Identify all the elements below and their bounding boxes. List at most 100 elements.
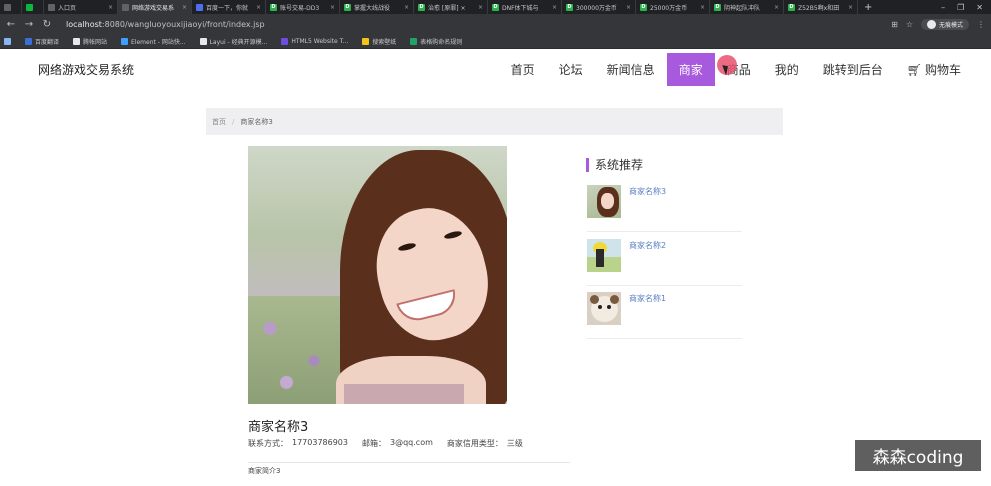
bookmark-favicon-icon bbox=[410, 37, 418, 45]
browser-tab[interactable]: D DNF体下城与 × bbox=[488, 0, 562, 14]
browser-tab[interactable]: D 治愈 [原罪] × × bbox=[414, 0, 488, 14]
browser-tab-title: 25000万金币 bbox=[650, 4, 688, 12]
profile-button[interactable]: 无痕模式 bbox=[920, 18, 969, 30]
bookmark-label: Layui - 经典开源模... bbox=[209, 38, 268, 46]
recommend-item[interactable]: 商家名称1 bbox=[587, 292, 742, 339]
close-tab-icon[interactable]: × bbox=[330, 4, 335, 11]
close-tab-icon[interactable]: × bbox=[256, 4, 261, 11]
bookmarks-bar: 百度翻译 腾帐网站 Element - 网站快... Layui - 经典开源模...… bbox=[0, 34, 991, 49]
browser-tab[interactable]: 入口页 × bbox=[44, 0, 118, 14]
site-navbar: 网络游戏交易系统 首页 论坛 新闻信息 商家 商品 我的 跳转到后台 🛒︎ 购物车 bbox=[0, 49, 991, 89]
new-tab-icon[interactable]: + bbox=[858, 2, 878, 13]
recommend-thumbnail[interactable] bbox=[587, 239, 621, 272]
bookmark-item[interactable]: Layui - 经典开源模... bbox=[199, 37, 268, 46]
menu-item[interactable]: 跳转到后台 bbox=[811, 53, 895, 86]
bookmark-favicon-icon bbox=[281, 37, 289, 45]
menu-item[interactable]: 论坛 bbox=[547, 53, 595, 86]
bookmark-star-icon[interactable]: ☆ bbox=[906, 20, 913, 29]
close-tab-icon[interactable]: × bbox=[478, 4, 483, 11]
browser-tab[interactable]: D Z52B5啊x和田 × bbox=[784, 0, 858, 14]
recommend-item[interactable]: 商家名称2 bbox=[587, 239, 742, 286]
d-icon: D bbox=[566, 3, 573, 11]
cart-link[interactable]: 🛒︎ 购物车 bbox=[895, 53, 973, 86]
recommend-header: 系统推荐 bbox=[586, 156, 643, 173]
browser-tab-bar: 入口页 × 网络游戏交易系 × 百度一下，你就 × D 账号交易-DD3 × D 掌握大线战役 × D 治… bbox=[0, 0, 991, 14]
restore-icon[interactable]: ❐ bbox=[957, 3, 964, 12]
close-window-icon[interactable]: ✕ bbox=[976, 3, 983, 12]
d-icon: D bbox=[714, 3, 721, 11]
merchant-intro: 商家简介3 bbox=[248, 467, 281, 475]
chrome-icon bbox=[4, 3, 11, 11]
close-tab-icon[interactable]: × bbox=[848, 4, 853, 11]
menu-item[interactable]: 新闻信息 bbox=[595, 53, 667, 86]
browser-tab[interactable] bbox=[22, 0, 44, 14]
close-tab-icon[interactable]: × bbox=[552, 4, 557, 11]
browser-tab[interactable]: 百度一下，你就 × bbox=[192, 0, 266, 14]
browser-tab[interactable]: D 25000万金币 × bbox=[636, 0, 710, 14]
close-tab-icon[interactable]: × bbox=[626, 4, 631, 11]
forward-icon[interactable]: → bbox=[24, 19, 34, 30]
bookmark-label: HTML5 Website T... bbox=[291, 37, 349, 45]
bookmark-item[interactable]: 百度翻译 bbox=[25, 37, 59, 46]
d-icon: D bbox=[418, 3, 425, 11]
translate-icon[interactable]: ⊞ bbox=[891, 20, 898, 29]
recommend-title: 系统推荐 bbox=[595, 158, 644, 172]
credit-label: 商家信用类型： bbox=[446, 439, 503, 448]
browser-tab-title: DNF体下城与 bbox=[502, 4, 539, 12]
window-controls: – ❐ ✕ bbox=[941, 3, 991, 12]
browser-tab[interactable] bbox=[0, 0, 22, 14]
browser-tab-title: 网络游戏交易系 bbox=[132, 4, 175, 12]
browser-tab[interactable]: D 掌握大线战役 × bbox=[340, 0, 414, 14]
bookmark-label: 表格购命名规则 bbox=[420, 38, 463, 46]
recommend-item-name[interactable]: 商家名称1 bbox=[629, 293, 666, 304]
browser-tab[interactable]: 网络游戏交易系 × bbox=[118, 0, 192, 14]
menu-dots-icon[interactable]: ⋮ bbox=[977, 20, 985, 29]
browser-tab-title: 掌握大线战役 bbox=[354, 4, 391, 12]
browser-tab-title: Z52B5啊x和田 bbox=[798, 4, 840, 12]
close-tab-icon[interactable]: × bbox=[404, 4, 409, 11]
reload-icon[interactable]: ↻ bbox=[42, 19, 52, 30]
browser-tab[interactable]: D 300000万金币 × bbox=[562, 0, 636, 14]
site-title[interactable]: 网络游戏交易系统 bbox=[38, 61, 134, 78]
back-icon[interactable]: ← bbox=[6, 19, 16, 30]
browser-address-bar: ← → ↻ localhost:8080/wangluoyouxijiaoyi/… bbox=[0, 14, 991, 34]
merchant-info: 联系方式： 17703786903 邮箱： 3@qq.com 商家信用类型： 三… bbox=[248, 438, 523, 449]
recommend-thumbnail[interactable] bbox=[587, 185, 621, 218]
bookmark-label: 腾帐网站 bbox=[83, 38, 108, 46]
apps-icon[interactable] bbox=[4, 37, 11, 45]
recommend-item-name[interactable]: 商家名称3 bbox=[629, 186, 666, 197]
browser-tab[interactable]: D 阴神起队冲队 × bbox=[710, 0, 784, 14]
bookmark-item[interactable]: HTML5 Website T... bbox=[281, 37, 349, 45]
bookmark-item[interactable]: Element - 网站快... bbox=[121, 37, 186, 46]
close-tab-icon[interactable]: × bbox=[774, 4, 779, 11]
recommend-item-name[interactable]: 商家名称2 bbox=[629, 240, 666, 251]
bookmark-label: 百度翻译 bbox=[35, 38, 60, 46]
browser-tab-title: 治愈 [原罪] × bbox=[428, 4, 466, 12]
merchant-photo bbox=[248, 146, 507, 404]
browser-tab-title: 入口页 bbox=[58, 4, 77, 12]
menu-item[interactable]: 商家 bbox=[666, 53, 715, 86]
bookmark-item[interactable]: 搜索壁纸 bbox=[362, 37, 396, 46]
recommend-thumbnail[interactable] bbox=[587, 292, 621, 325]
menu-item[interactable]: 首页 bbox=[499, 53, 547, 86]
browser-tab-title: 300000万金币 bbox=[576, 4, 617, 12]
menu-item[interactable]: 我的 bbox=[763, 53, 811, 86]
browser-tab[interactable]: D 账号交易-DD3 × bbox=[266, 0, 340, 14]
minimize-icon[interactable]: – bbox=[941, 3, 945, 12]
browser-tab-title: 阴神起队冲队 bbox=[724, 4, 761, 12]
bookmark-item[interactable]: 腾帐网站 bbox=[73, 37, 107, 46]
cart-icon: 🛒︎ bbox=[906, 62, 922, 77]
close-tab-icon[interactable]: × bbox=[700, 4, 705, 11]
url-input[interactable]: localhost:8080/wangluoyouxijiaoyi/front/… bbox=[66, 20, 883, 29]
contact-label: 联系方式： bbox=[248, 439, 288, 448]
d-icon: D bbox=[640, 3, 647, 11]
d-icon: D bbox=[788, 3, 795, 11]
breadcrumb-home[interactable]: 首页 bbox=[212, 117, 226, 127]
recommend-item[interactable]: 商家名称3 bbox=[587, 185, 742, 232]
bookmark-item[interactable]: 表格购命名规则 bbox=[410, 37, 462, 46]
browser-tab-title: 百度一下，你就 bbox=[206, 4, 249, 12]
url-host: localhost bbox=[66, 19, 102, 29]
d-icon: D bbox=[270, 3, 277, 11]
close-tab-icon[interactable]: × bbox=[108, 4, 113, 11]
close-tab-icon[interactable]: × bbox=[182, 4, 187, 11]
